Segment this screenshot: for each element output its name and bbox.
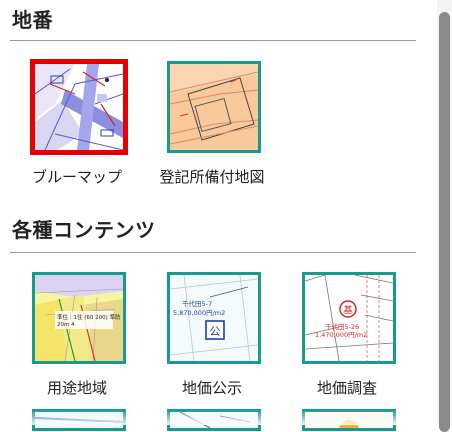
tile-land-price-publication[interactable]: 千代田5-7 5,870,000円/m2 公 地価公示 <box>147 272 277 422</box>
tile-label-land-price-survey: 地価調査 <box>316 379 377 397</box>
tile-label-blue-map: ブルーマップ <box>31 168 122 186</box>
survey-map-address: 千代田5-26 <box>325 322 359 331</box>
tile-zoning[interactable]: 準住｜1住 (60 200) 準防 20m 4 用途地域 <box>12 272 142 422</box>
zoning-map-label-2: 20m 4 <box>57 322 75 328</box>
zoning-map-label-1: 準住｜1住 (60 200) 準防 <box>57 313 121 321</box>
survey-map-badge: 基 <box>343 304 352 316</box>
registry-map-thumbnail-icon <box>167 61 261 153</box>
publication-map-badge: 公 <box>210 325 221 338</box>
zoning-map-thumbnail-icon: 準住｜1住 (60 200) 準防 20m 4 <box>32 272 126 364</box>
tile-land-price-survey[interactable]: 基 千代田5-26 1,470,000円/m2 地価調査 <box>282 272 412 422</box>
tile-label-registry-map: 登記所備付地図 <box>159 168 265 186</box>
section-divider <box>10 40 416 41</box>
land-price-survey-thumbnail-icon: 基 千代田5-26 1,470,000円/m2 <box>302 272 396 364</box>
tile-label-zoning: 用途地域 <box>46 379 107 397</box>
map-layer-panel: 地番 ブルーマップ 登記所備付地図 各種コンテンツ 準住｜1住 (60 200)… <box>0 0 437 431</box>
publication-map-address: 千代田5-7 <box>182 299 212 308</box>
blue-map-thumbnail-icon <box>30 59 128 155</box>
survey-map-price: 1,470,000円/m2 <box>315 331 367 339</box>
vertical-scrollbar[interactable] <box>437 0 452 432</box>
scrollbar-thumb[interactable] <box>439 12 450 432</box>
tile-registry-map[interactable]: 登記所備付地図 <box>147 61 277 211</box>
section-divider <box>10 252 416 253</box>
publication-map-price: 5,870,000円/m2 <box>173 309 225 317</box>
tile-blue-map[interactable]: ブルーマップ <box>12 59 142 211</box>
bottom-fade <box>0 410 437 425</box>
land-price-publication-thumbnail-icon: 千代田5-7 5,870,000円/m2 公 <box>167 272 261 364</box>
section-title-contents: 各種コンテンツ <box>12 218 156 242</box>
section-title-chiban: 地番 <box>12 8 53 32</box>
tile-label-land-price-publication: 地価公示 <box>181 379 242 397</box>
